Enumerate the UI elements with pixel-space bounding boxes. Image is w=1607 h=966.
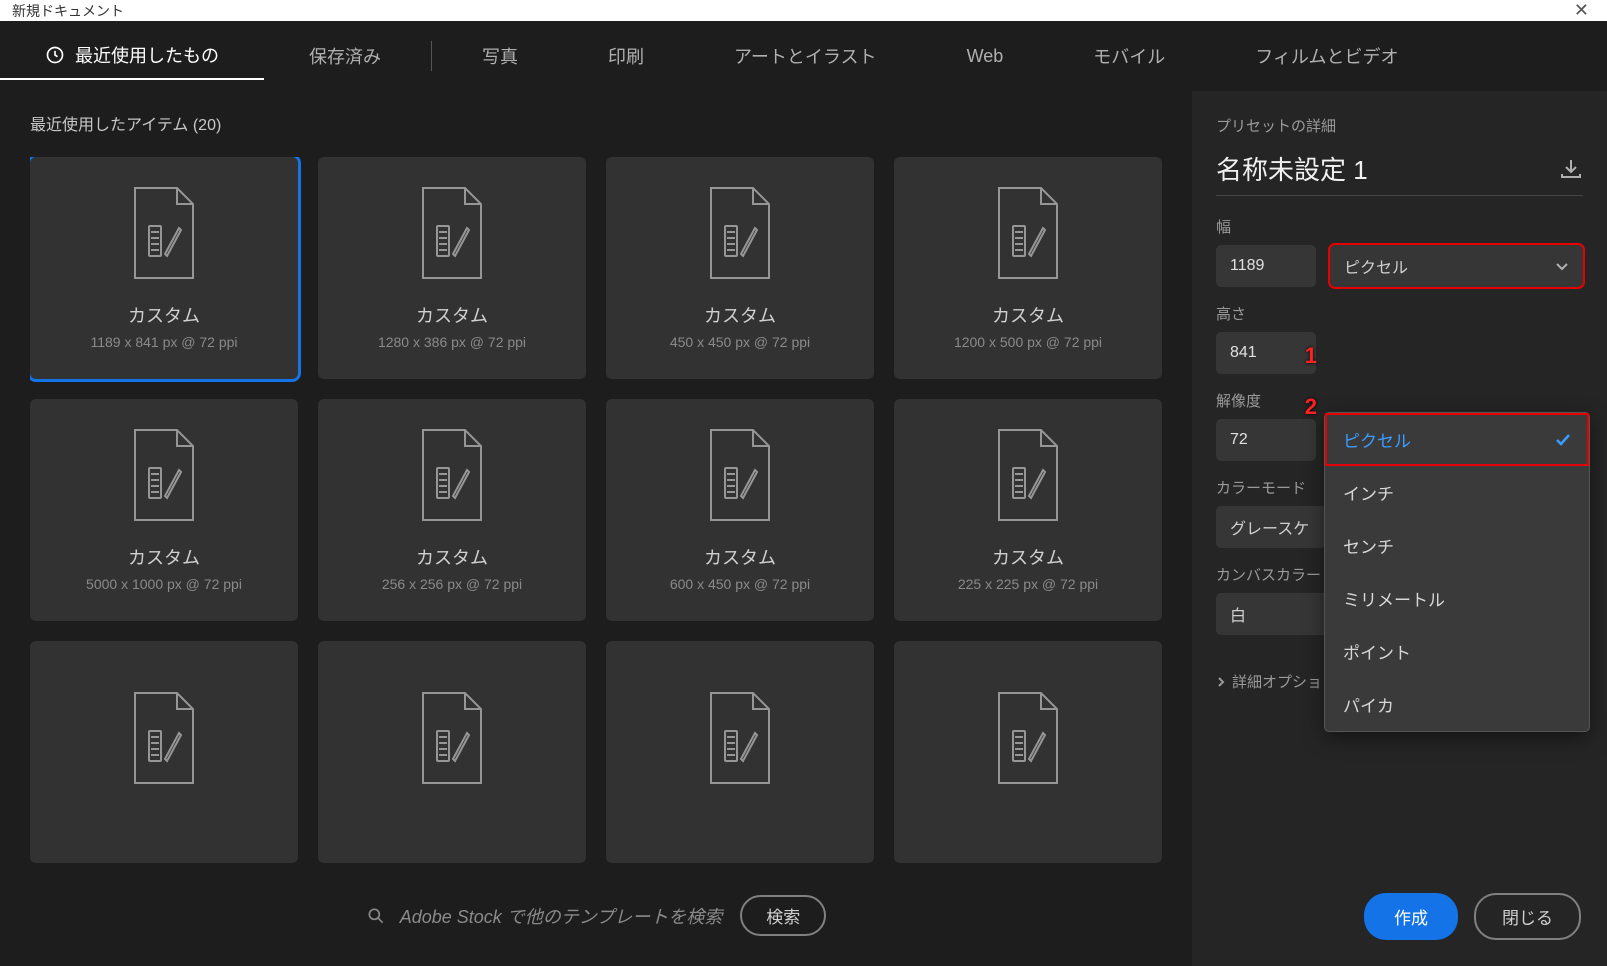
unit-option[interactable]: パイカ: [1325, 678, 1589, 731]
unit-option-label: ミリメートル: [1343, 586, 1445, 611]
tab-label: 保存済み: [309, 43, 381, 69]
save-preset-icon[interactable]: [1559, 158, 1583, 180]
search-button[interactable]: 検索: [740, 895, 826, 936]
preset-card[interactable]: カスタム 256 x 256 px @ 72 ppi: [318, 399, 586, 621]
chevron-right-icon: [1216, 677, 1226, 687]
tab-film[interactable]: フィルムとビデオ: [1210, 33, 1443, 79]
width-input[interactable]: [1216, 245, 1316, 287]
dialog-footer-buttons: 作成 閉じる: [1364, 893, 1581, 940]
preset-card[interactable]: カスタム 450 x 450 px @ 72 ppi: [606, 157, 874, 379]
app-body: 最近使用したもの 保存済み 写真 印刷 アートとイラスト Web モバイル フィ…: [0, 21, 1607, 966]
create-button[interactable]: 作成: [1364, 893, 1458, 940]
preset-card[interactable]: [318, 641, 586, 863]
close-icon[interactable]: ✕: [1568, 0, 1595, 21]
unit-option-label: パイカ: [1343, 692, 1394, 717]
check-icon: [1555, 432, 1571, 448]
tab-divider: [431, 41, 432, 71]
unit-option[interactable]: ピクセル: [1325, 413, 1589, 466]
preset-card[interactable]: [894, 641, 1162, 863]
preset-card[interactable]: カスタム 1280 x 386 px @ 72 ppi: [318, 157, 586, 379]
card-subtitle: 600 x 450 px @ 72 ppi: [670, 576, 810, 592]
card-subtitle: 450 x 450 px @ 72 ppi: [670, 334, 810, 350]
tab-label: フィルムとビデオ: [1255, 43, 1398, 69]
tab-label: 印刷: [608, 43, 644, 69]
card-title: カスタム: [992, 544, 1064, 570]
unit-option-label: ピクセル: [1343, 427, 1411, 452]
preset-card-grid: カスタム 1189 x 841 px @ 72 ppi カスタム 1280 x 38…: [30, 157, 1162, 863]
search-field[interactable]: Adobe Stock で他のテンプレートを検索: [366, 903, 723, 929]
preset-name[interactable]: 名称未設定 1: [1216, 150, 1368, 187]
tab-art[interactable]: アートとイラスト: [689, 33, 922, 79]
card-subtitle: 1189 x 841 px @ 72 ppi: [90, 334, 237, 350]
preset-card[interactable]: カスタム 600 x 450 px @ 72 ppi: [606, 399, 874, 621]
preset-name-row: 名称未設定 1: [1216, 150, 1583, 196]
tab-label: 写真: [482, 43, 518, 69]
window-titlebar: 新規ドキュメント ✕: [0, 0, 1607, 21]
recent-items-heading: 最近使用したアイテム (20): [30, 111, 1162, 135]
clock-icon: [45, 45, 65, 65]
unit-option[interactable]: インチ: [1325, 466, 1589, 519]
preset-card[interactable]: カスタム 1189 x 841 px @ 72 ppi: [30, 157, 298, 379]
preset-card[interactable]: カスタム 225 x 225 px @ 72 ppi: [894, 399, 1162, 621]
card-title: カスタム: [128, 544, 200, 570]
unit-dropdown: ピクセルインチセンチミリメートルポイントパイカ: [1325, 413, 1589, 731]
window-title: 新規ドキュメント: [12, 1, 124, 21]
chevron-down-icon: [1555, 259, 1569, 273]
tab-label: アートとイラスト: [734, 43, 877, 69]
unit-option[interactable]: ミリメートル: [1325, 572, 1589, 625]
preset-card[interactable]: [30, 641, 298, 863]
tab-recent[interactable]: 最近使用したもの: [0, 32, 264, 80]
width-label: 幅: [1216, 216, 1583, 237]
category-tabs: 最近使用したもの 保存済み 写真 印刷 アートとイラスト Web モバイル フィ…: [0, 21, 1607, 91]
preset-card[interactable]: カスタム 1200 x 500 px @ 72 ppi: [894, 157, 1162, 379]
unit-option[interactable]: センチ: [1325, 519, 1589, 572]
card-title: カスタム: [416, 544, 488, 570]
preset-details-label: プリセットの詳細: [1216, 115, 1583, 136]
card-subtitle: 1280 x 386 px @ 72 ppi: [378, 334, 526, 350]
tab-label: 最近使用したもの: [75, 42, 219, 68]
height-input[interactable]: [1216, 332, 1316, 374]
tab-label: Web: [967, 46, 1004, 67]
search-icon: [366, 906, 386, 926]
preset-card[interactable]: [606, 641, 874, 863]
tab-web[interactable]: Web: [922, 36, 1049, 77]
height-label: 高さ: [1216, 303, 1316, 324]
unit-selected-value: ピクセル: [1344, 254, 1408, 278]
card-title: カスタム: [704, 302, 776, 328]
tab-saved[interactable]: 保存済み: [264, 33, 426, 79]
card-title: カスタム: [704, 544, 776, 570]
card-title: カスタム: [128, 302, 200, 328]
tab-label: モバイル: [1093, 43, 1165, 69]
preset-details-panel: プリセットの詳細 名称未設定 1 幅 ピクセル: [1192, 91, 1607, 966]
stock-search-row: Adobe Stock で他のテンプレートを検索 検索: [30, 885, 1162, 946]
card-subtitle: 1200 x 500 px @ 72 ppi: [954, 334, 1102, 350]
unit-option-label: ポイント: [1343, 639, 1411, 664]
content-area: 最近使用したアイテム (20) カスタム 1189 x 841 px @ 72 p…: [0, 91, 1607, 966]
resolution-label: 解像度: [1216, 390, 1316, 411]
preset-card[interactable]: カスタム 5000 x 1000 px @ 72 ppi: [30, 399, 298, 621]
new-document-dialog: 新規ドキュメント ✕ 最近使用したもの 保存済み 写真 印刷 アートとイラスト …: [0, 0, 1607, 966]
card-subtitle: 5000 x 1000 px @ 72 ppi: [86, 576, 242, 592]
preset-list-panel: 最近使用したアイテム (20) カスタム 1189 x 841 px @ 72 p…: [0, 91, 1192, 966]
unit-option-label: センチ: [1343, 533, 1394, 558]
canvas-color-value: 白: [1230, 602, 1246, 626]
resolution-input[interactable]: [1216, 419, 1316, 461]
search-placeholder: Adobe Stock で他のテンプレートを検索: [400, 903, 723, 929]
advanced-options-label: 詳細オプション: [1232, 671, 1337, 692]
card-title: カスタム: [416, 302, 488, 328]
unit-select[interactable]: ピクセル: [1330, 245, 1583, 287]
unit-option[interactable]: ポイント: [1325, 625, 1589, 678]
tab-photo[interactable]: 写真: [437, 33, 563, 79]
unit-option-label: インチ: [1343, 480, 1394, 505]
card-title: カスタム: [992, 302, 1064, 328]
color-mode-select[interactable]: グレースケ: [1216, 506, 1326, 548]
card-subtitle: 256 x 256 px @ 72 ppi: [382, 576, 522, 592]
tab-print[interactable]: 印刷: [563, 33, 689, 79]
close-button[interactable]: 閉じる: [1474, 893, 1581, 940]
color-mode-value: グレースケ: [1230, 515, 1309, 539]
card-subtitle: 225 x 225 px @ 72 ppi: [958, 576, 1098, 592]
tab-mobile[interactable]: モバイル: [1048, 33, 1210, 79]
